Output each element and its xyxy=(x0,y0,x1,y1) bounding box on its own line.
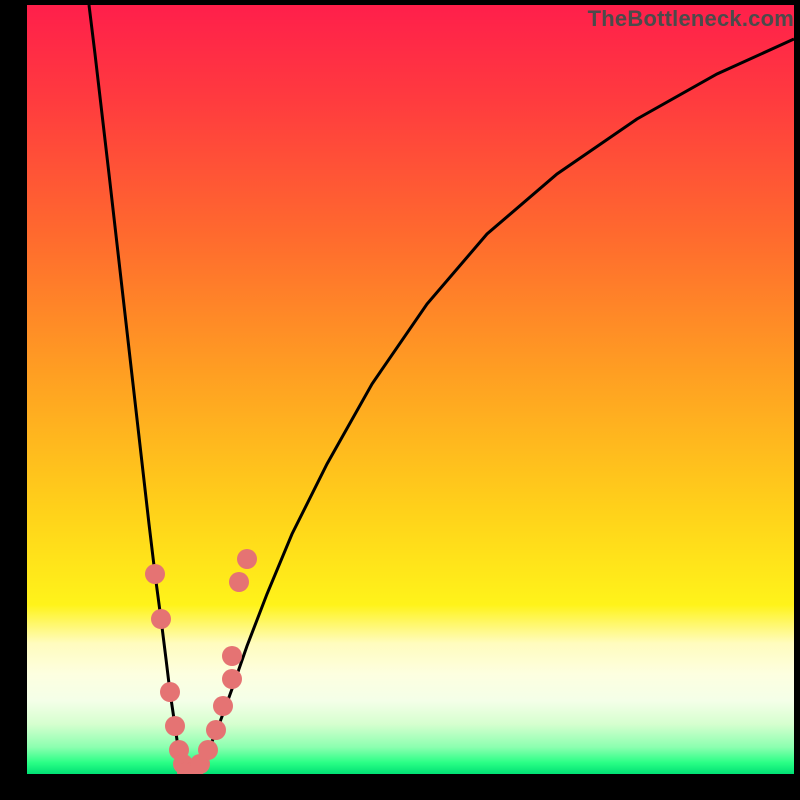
data-point xyxy=(222,669,242,689)
data-point xyxy=(237,549,257,569)
data-point xyxy=(160,682,180,702)
data-point xyxy=(198,740,218,760)
data-point xyxy=(165,716,185,736)
data-point xyxy=(206,720,226,740)
data-point xyxy=(145,564,165,584)
data-point xyxy=(229,572,249,592)
data-point xyxy=(151,609,171,629)
chart-frame: TheBottleneck.com xyxy=(0,0,800,800)
watermark-text: TheBottleneck.com xyxy=(588,6,794,32)
bottleneck-chart xyxy=(27,5,794,774)
gradient-background xyxy=(27,5,794,774)
data-point xyxy=(213,696,233,716)
data-point xyxy=(222,646,242,666)
